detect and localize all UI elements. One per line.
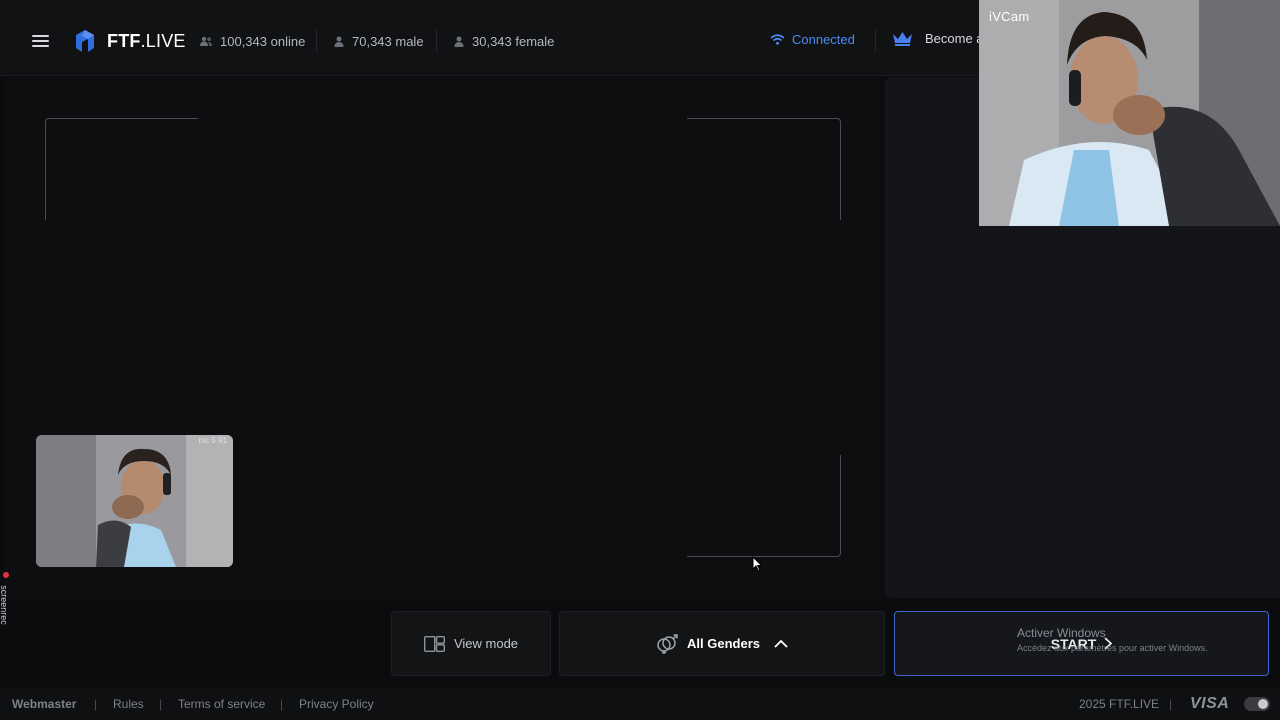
screen-recording-badge: screenrec: [0, 572, 12, 632]
footer-separator: |: [280, 697, 284, 711]
chevron-up-icon: [774, 639, 788, 648]
footer-separator: |: [94, 697, 98, 711]
chevron-right-icon: [1104, 637, 1113, 650]
crown-icon: [893, 32, 912, 46]
gender-filter-button[interactable]: All Genders: [559, 611, 885, 676]
male-count: 70,343 male: [334, 32, 424, 50]
female-count: 30,343 female: [454, 32, 554, 50]
user-icon: [334, 36, 344, 47]
ivcam-overlay-window: iVCam: [979, 0, 1280, 226]
divider: [436, 30, 437, 52]
self-camera-preview: mc 5 91: [36, 435, 233, 567]
start-button[interactable]: START: [894, 611, 1269, 676]
footer-link-webmaster[interactable]: Webmaster: [12, 697, 76, 711]
video-frame-corner: [687, 118, 841, 220]
logo[interactable]: FTF.LIVE: [74, 27, 186, 55]
footer: Webmaster | Rules | Terms of service | P…: [0, 688, 1280, 720]
gender-icon: [657, 633, 678, 654]
ivcam-video-image: [979, 0, 1280, 226]
self-camera-image: [36, 435, 233, 567]
mouse-cursor-icon: [752, 556, 762, 572]
footer-link-privacy[interactable]: Privacy Policy: [299, 697, 374, 711]
logo-text: FTF.LIVE: [107, 30, 186, 51]
divider: [316, 30, 317, 52]
divider: [875, 30, 876, 52]
video-frame-corner: [687, 455, 841, 557]
users-icon: [200, 36, 212, 46]
footer-link-rules[interactable]: Rules: [113, 697, 144, 711]
menu-icon[interactable]: [32, 35, 49, 48]
connection-status: Connected: [770, 32, 855, 47]
footer-link-terms[interactable]: Terms of service: [178, 697, 265, 711]
wifi-icon: [770, 34, 785, 45]
copyright: 2025 FTF.LIVE: [1079, 697, 1160, 711]
view-mode-icon: [423, 635, 445, 652]
footer-separator: |: [159, 697, 163, 711]
footer-separator: |: [1169, 697, 1173, 711]
user-icon: [454, 36, 464, 47]
view-mode-button[interactable]: View mode: [391, 611, 551, 676]
online-count: 100,343 online: [200, 32, 305, 50]
visa-logo: VISA: [1190, 695, 1230, 712]
theme-toggle[interactable]: [1244, 697, 1270, 711]
toggle-knob: [1258, 699, 1268, 709]
logo-icon: [76, 30, 94, 52]
record-dot-icon: [3, 572, 9, 578]
video-frame-corner: [45, 118, 198, 220]
become-premium-button[interactable]: Become a: [892, 31, 984, 46]
